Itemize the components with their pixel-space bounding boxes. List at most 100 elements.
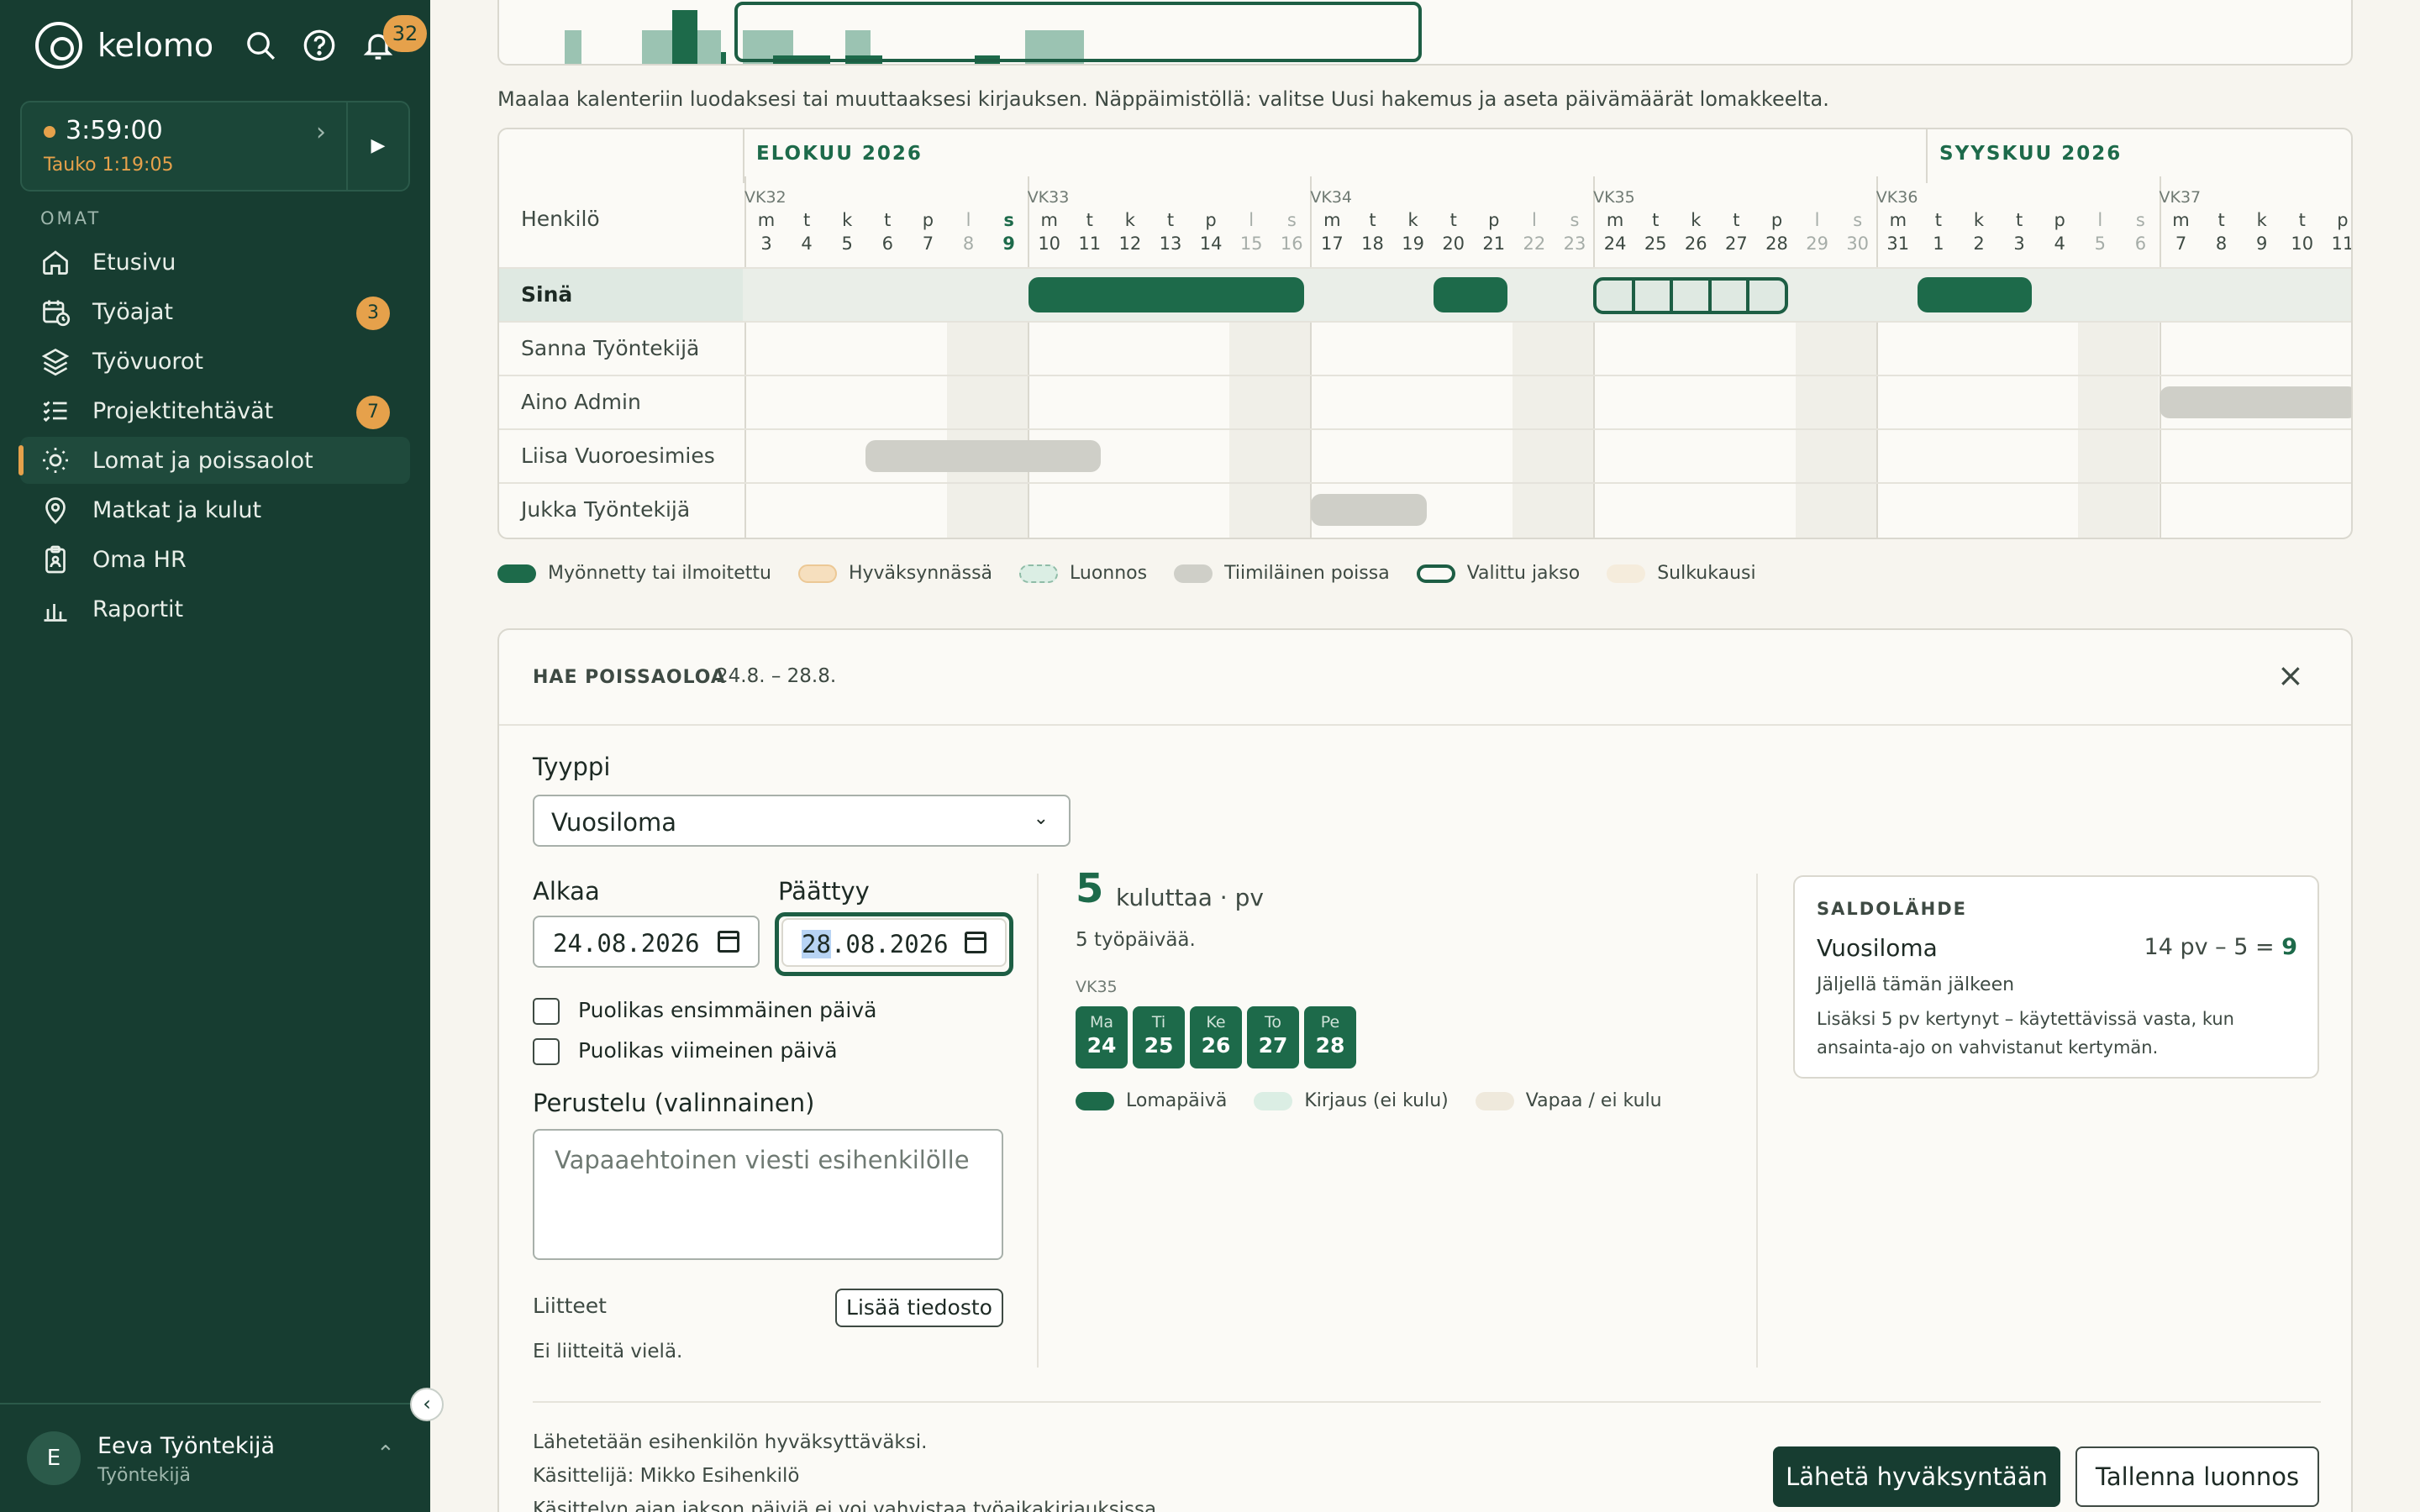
save-draft-button[interactable]: Tallenna luonnos xyxy=(2075,1446,2319,1507)
chevron-up-icon: ⌃ xyxy=(376,1441,395,1467)
day-number[interactable]: 18 xyxy=(1353,234,1393,254)
calendar-row-sina[interactable]: Sinä xyxy=(499,267,2351,323)
balance-source-card: SALDOLÄHDE Vuosiloma 14 pv – 5 = 9 Jälje… xyxy=(1793,875,2319,1079)
day-chip[interactable]: Pe 28 xyxy=(1304,1006,1356,1068)
day-chip[interactable]: To 27 xyxy=(1247,1006,1299,1068)
sidebar-item-projektitehtavat[interactable]: Projektitehtävät 7 xyxy=(20,387,410,434)
approved-absence-bar[interactable] xyxy=(1028,277,1304,312)
day-number[interactable]: 23 xyxy=(1555,234,1595,254)
approved-absence-bar[interactable] xyxy=(1918,277,2032,312)
day-number[interactable]: 1 xyxy=(1918,234,1959,254)
sidebar-item-raportit[interactable]: Raportit xyxy=(20,585,410,633)
calendar-row-sanna[interactable]: Sanna Työntekijä xyxy=(499,321,2351,375)
brand[interactable]: kelomo xyxy=(35,22,213,69)
day-number[interactable]: 7 xyxy=(908,234,948,254)
sidebar-item-etusivu[interactable]: Etusivu xyxy=(20,239,410,286)
absence-type-select[interactable]: Vuosiloma ⌄ xyxy=(533,795,1071,847)
sidebar-item-oma-hr[interactable]: Oma HR xyxy=(20,536,410,583)
reason-textarea[interactable]: Vapaaehtoinen viesti esihenkilölle xyxy=(533,1129,1003,1260)
day-number[interactable]: 31 xyxy=(1878,234,1918,254)
day-name: p xyxy=(1205,210,1217,230)
notifications-button[interactable]: 32 xyxy=(361,15,427,66)
day-number[interactable]: 4 xyxy=(786,234,827,254)
day-number[interactable]: 15 xyxy=(1231,234,1271,254)
sidebar-item-matkat[interactable]: Matkat ja kulut xyxy=(20,486,410,533)
reason-label: Perustelu (valinnainen) xyxy=(533,1089,815,1117)
day-number[interactable]: 12 xyxy=(1110,234,1150,254)
calendar-row-aino[interactable]: Aino Admin xyxy=(499,375,2351,428)
calendar-icon[interactable] xyxy=(965,932,986,953)
day-number[interactable]: 16 xyxy=(1271,234,1312,254)
day-chip-name: Ke xyxy=(1206,1013,1226,1032)
absence-calendar[interactable]: ELOKUU 2026 SYYSKUU 2026 Henkilö VK32 m 3 t… xyxy=(497,128,2353,539)
day-number[interactable]: 2 xyxy=(1959,234,1999,254)
approved-absence-bar[interactable] xyxy=(1434,277,1507,312)
day-name: s xyxy=(2135,210,2145,230)
day-chip[interactable]: Ke 26 xyxy=(1190,1006,1242,1068)
add-file-button[interactable]: Lisää tiedosto xyxy=(835,1289,1003,1327)
day-number[interactable]: 8 xyxy=(2202,234,2242,254)
day-number[interactable]: 11 xyxy=(1070,234,1110,254)
day-number[interactable]: 14 xyxy=(1191,234,1231,254)
day-number[interactable]: 26 xyxy=(1676,234,1716,254)
day-number[interactable]: 27 xyxy=(1716,234,1756,254)
day-number[interactable]: 24 xyxy=(1595,234,1635,254)
sidebar-item-tyoajat[interactable]: Työajat 3 xyxy=(20,288,410,335)
day-number[interactable]: 6 xyxy=(2120,234,2160,254)
start-date-label: Alkaa xyxy=(533,877,600,906)
column-divider xyxy=(1037,874,1039,1368)
day-number[interactable]: 8 xyxy=(949,234,989,254)
balance-type: Vuosiloma xyxy=(1817,934,1938,962)
day-number[interactable]: 13 xyxy=(1150,234,1191,254)
day-number[interactable]: 30 xyxy=(1838,234,1878,254)
calendar-minimap[interactable] xyxy=(497,0,2353,66)
day-number[interactable]: 10 xyxy=(2282,234,2323,254)
day-name: k xyxy=(1973,210,1985,230)
half-last-day-label[interactable]: Puolikas viimeinen päivä xyxy=(578,1038,838,1063)
search-icon[interactable] xyxy=(244,29,277,62)
day-number[interactable]: 5 xyxy=(827,234,867,254)
day-number[interactable]: 7 xyxy=(2161,234,2202,254)
day-number[interactable]: 3 xyxy=(746,234,786,254)
calendar-row-jukka[interactable]: Jukka Työntekijä xyxy=(499,482,2351,536)
play-button[interactable]: ▶ xyxy=(346,102,408,190)
day-number[interactable]: 29 xyxy=(1797,234,1838,254)
submit-for-approval-button[interactable]: Lähetä hyväksyntään xyxy=(1773,1446,2060,1507)
sun-icon xyxy=(43,448,68,473)
day-number[interactable]: 25 xyxy=(1635,234,1676,254)
calendar-row-liisa[interactable]: Liisa Vuoroesimies xyxy=(499,428,2351,482)
end-date-input[interactable]: 28.08.2026 xyxy=(781,918,1007,967)
start-date-input[interactable]: 24.08.2026 xyxy=(533,916,760,968)
day-number[interactable]: 4 xyxy=(2039,234,2080,254)
day-number[interactable]: 17 xyxy=(1312,234,1352,254)
day-number[interactable]: 5 xyxy=(2080,234,2120,254)
sidebar-item-tyovuorot[interactable]: Työvuorot xyxy=(20,338,410,385)
day-number[interactable]: 28 xyxy=(1757,234,1797,254)
day-chip[interactable]: Ti 25 xyxy=(1133,1006,1185,1068)
minimap-selection[interactable] xyxy=(734,2,1422,62)
day-number[interactable]: 21 xyxy=(1474,234,1514,254)
day-name: m xyxy=(1606,210,1624,230)
day-chip[interactable]: Ma 24 xyxy=(1076,1006,1128,1068)
day-number[interactable]: 3 xyxy=(1999,234,2039,254)
half-first-day-label[interactable]: Puolikas ensimmäinen päivä xyxy=(578,998,876,1022)
help-icon[interactable] xyxy=(302,29,336,62)
day-name: m xyxy=(757,210,776,230)
close-icon[interactable]: × xyxy=(2277,657,2304,694)
sidebar-item-lomat[interactable]: Lomat ja poissaolot xyxy=(18,437,410,484)
day-number[interactable]: 11 xyxy=(2323,234,2351,254)
day-number[interactable]: 22 xyxy=(1514,234,1555,254)
day-number[interactable]: 6 xyxy=(867,234,908,254)
user-menu[interactable]: E Eeva Työntekijä Työntekijä ⌃ xyxy=(0,1403,430,1512)
month-label: SYYSKUU 2026 xyxy=(1939,143,2123,165)
day-number[interactable]: 10 xyxy=(1029,234,1070,254)
selected-period[interactable] xyxy=(1593,277,1788,314)
day-number[interactable]: 9 xyxy=(989,234,1029,254)
half-first-day-checkbox[interactable] xyxy=(533,998,560,1025)
day-number[interactable]: 19 xyxy=(1393,234,1434,254)
day-number[interactable]: 20 xyxy=(1434,234,1474,254)
timer-widget[interactable]: 3:59:00 Tauko 1:19:05 › ▶ xyxy=(20,101,410,192)
calendar-icon[interactable] xyxy=(718,931,739,953)
half-last-day-checkbox[interactable] xyxy=(533,1038,560,1065)
day-number[interactable]: 9 xyxy=(2242,234,2282,254)
